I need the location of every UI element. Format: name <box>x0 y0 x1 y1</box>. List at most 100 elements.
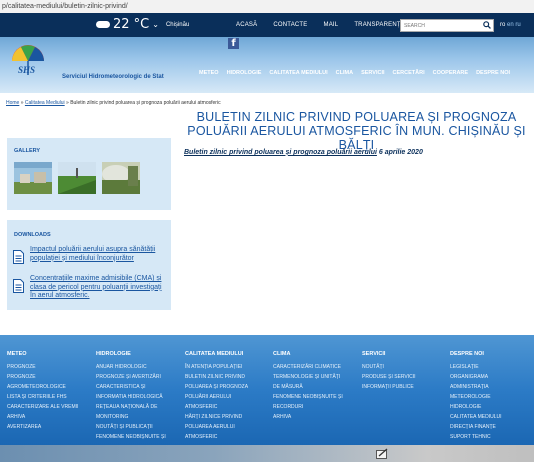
footer-link[interactable]: PRODUSE ȘI SERVICII <box>362 372 416 382</box>
footer-link[interactable]: FENOMENE NEOBIȘNUITE ȘI <box>273 392 343 402</box>
footer-col-calitatea: CALITATEA MEDIULUI ÎN ATENȚIA POPULAȚIEI… <box>185 351 248 442</box>
footer-heading[interactable]: SERVICII <box>362 351 416 357</box>
search-input[interactable] <box>401 20 479 31</box>
footer-heading[interactable]: DESPRE NOI <box>450 351 502 357</box>
bulletin-link-text[interactable]: Buletin zilnic privind poluarea și progn… <box>184 149 377 156</box>
footer-link[interactable]: CARACTERIZĂRI CLIMATICE <box>273 362 343 372</box>
footer-link[interactable]: LISTA ȘI CRITERIILE FHS <box>7 392 78 402</box>
bulletin-link[interactable]: Buletin zilnic privind poluarea și progn… <box>184 149 423 156</box>
footer-link[interactable]: CARACTERISTICA ȘI <box>96 382 166 392</box>
footer-col-hidrologie: HIDROLOGIE ANUAR HIDROLOGIC PROGNOZE ȘI … <box>96 351 166 442</box>
footer-link[interactable]: MONITORING <box>96 412 166 422</box>
city-select[interactable]: Chișinău <box>166 22 189 28</box>
footer-link[interactable]: POLUAREA AERULUI <box>185 422 248 432</box>
footer-col-despre-noi: DESPRE NOI LEGISLAȚIE ORGANIGRAMA ADMINI… <box>450 351 502 442</box>
document-icon <box>13 279 24 293</box>
footer-link[interactable]: INFORMAȚII PUBLICE <box>362 382 416 392</box>
breadcrumb-section[interactable]: Calitatea Mediului <box>25 100 65 106</box>
gallery-heading: GALLERY <box>14 148 41 154</box>
cloud-icon <box>96 21 110 28</box>
gallery-panel: GALLERY <box>7 138 171 210</box>
footer-link[interactable]: ANUAR HIDROLOGIC <box>96 362 166 372</box>
temperature: 22 °C <box>113 17 150 32</box>
taskbar <box>0 445 534 462</box>
gallery-thumb-smoke[interactable] <box>102 162 140 194</box>
downloads-heading: DOWNLOADS <box>14 232 51 238</box>
topnav-transparency[interactable]: TRANSPARENȚA <box>354 22 405 28</box>
footer-link[interactable]: TERMENOLOGIE ȘI UNITĂȚI <box>273 372 343 382</box>
topnav-contacts[interactable]: CONTACTE <box>273 22 307 28</box>
topnav-mail[interactable]: MAIL <box>324 22 339 28</box>
nav-cercetari[interactable]: CERCETĂRI <box>393 70 425 76</box>
footer-link[interactable]: ADMINISTRAȚIA <box>450 382 502 392</box>
footer-link[interactable]: FENOMENE NEOBIȘNUITE ȘI <box>96 432 166 442</box>
breadcrumb-home[interactable]: Home <box>6 100 19 106</box>
footer-heading[interactable]: METEO <box>7 351 78 357</box>
footer-link[interactable]: REȚEAUA NAȚIONALĂ DE <box>96 402 166 412</box>
document-icon <box>13 250 24 264</box>
main-nav: METEO HIDROLOGIE CALITATEA MEDIULUI CLIM… <box>199 70 510 76</box>
footer-heading[interactable]: CALITATEA MEDIULUI <box>185 351 248 357</box>
nav-clima[interactable]: CLIMA <box>336 70 353 76</box>
footer-link[interactable]: ATMOSFERIC <box>185 432 248 442</box>
footer-link[interactable]: NOUTĂȚI <box>362 362 416 372</box>
footer-link[interactable]: CARACTERIZARE ALE VREMII <box>7 402 78 412</box>
footer-link[interactable]: AVERTIZAREA <box>7 422 78 432</box>
footer-link[interactable]: POLUAREA ȘI PROGNOZA <box>185 382 248 392</box>
pen-icon[interactable] <box>376 448 388 459</box>
breadcrumb: Home » Calitatea Mediului » Buletin ziln… <box>6 100 221 106</box>
footer-heading[interactable]: CLIMA <box>273 351 343 357</box>
lang-ro[interactable]: ro <box>500 22 505 28</box>
top-nav: ACASĂ CONTACTE MAIL TRANSPARENȚA <box>236 22 405 28</box>
lang-others[interactable]: en ru <box>507 22 521 28</box>
footer-link[interactable]: RECORDURI <box>273 402 343 412</box>
footer-link[interactable]: ARHIVA <box>7 412 78 422</box>
footer-link[interactable]: SUPORT TEHNIC <box>450 432 502 442</box>
footer-heading[interactable]: HIDROLOGIE <box>96 351 166 357</box>
footer-link[interactable]: PROGNOZE ȘI AVERTIZĂRI <box>96 372 166 382</box>
gallery-thumb-field[interactable] <box>58 162 96 194</box>
footer-link[interactable]: AGROMETEOROLOGICE <box>7 382 78 392</box>
footer-link[interactable]: CALITATEA MEDIULUI <box>450 412 502 422</box>
footer-link[interactable]: NOUTĂȚI ȘI PUBLICAȚII <box>96 422 166 432</box>
breadcrumb-current: Buletin zilnic privind poluarea și progn… <box>70 100 221 106</box>
footer-link[interactable]: ATMOSFERIC <box>185 402 248 412</box>
footer-link[interactable]: HĂRȚI ZILNICE PRIVIND <box>185 412 248 422</box>
nav-hidrologie[interactable]: HIDROLOGIE <box>227 70 262 76</box>
address-bar[interactable]: p/calitatea-mediului/buletin-zilnic-priv… <box>0 0 534 13</box>
topnav-home[interactable]: ACASĂ <box>236 22 257 28</box>
download-item[interactable]: Concentrațiile maxime admisibile (CMA) ș… <box>13 275 169 305</box>
nav-despre-noi[interactable]: DESPRE NOI <box>476 70 510 76</box>
download-link[interactable]: Impactul poluării aerului asupra sănătăț… <box>30 246 168 263</box>
gallery-thumb-station[interactable] <box>14 162 52 194</box>
footer-link[interactable]: BULETIN ZILNIC PRIVIND <box>185 372 248 382</box>
footer-link[interactable]: HIDROLOGIE <box>450 402 502 412</box>
footer-link[interactable]: PROGNOZE <box>7 362 78 372</box>
footer-col-meteo: METEO PROGNOZE PROGNOZE AGROMETEOROLOGIC… <box>7 351 78 432</box>
footer-link[interactable]: METEOROLOGIE <box>450 392 502 402</box>
nav-calitatea-mediului[interactable]: CALITATEA MEDIULUI <box>269 70 327 76</box>
weather-widget[interactable]: 22 °C ⌄ Chișinău <box>96 17 189 32</box>
top-bar: 22 °C ⌄ Chișinău ACASĂ CONTACTE MAIL TRA… <box>0 13 534 37</box>
footer-link[interactable]: POLUĂRII AERULUI <box>185 392 248 402</box>
nav-cooperare[interactable]: COOPERARE <box>433 70 468 76</box>
logo-text[interactable]: Serviciul Hidrometeorologic de Stat <box>62 74 164 80</box>
download-item[interactable]: Impactul poluării aerului asupra sănătăț… <box>13 246 169 276</box>
facebook-icon[interactable]: f <box>228 38 239 49</box>
footer-link[interactable]: DIRECȚIA FINANȚE <box>450 422 502 432</box>
footer-link[interactable]: PROGNOZE <box>7 372 78 382</box>
search-icon[interactable] <box>483 21 491 29</box>
footer-link[interactable]: ÎN ATENȚIA POPULAȚIEI <box>185 362 248 372</box>
footer-link[interactable]: LEGISLAȚIE <box>450 362 502 372</box>
footer-link[interactable]: DE MĂSURĂ <box>273 382 343 392</box>
footer-link[interactable]: ORGANIGRAMA <box>450 372 502 382</box>
site-header: f SHS Serviciul Hidrometeorologic de Sta… <box>0 37 534 93</box>
download-link[interactable]: Concentrațiile maxime admisibile (CMA) ș… <box>30 275 168 301</box>
footer-link[interactable]: INFORMATIA HIDROLOGICĂ <box>96 392 166 402</box>
nav-meteo[interactable]: METEO <box>199 70 219 76</box>
nav-servicii[interactable]: SERVICII <box>361 70 384 76</box>
site-logo[interactable]: SHS <box>8 41 48 81</box>
site-footer: METEO PROGNOZE PROGNOZE AGROMETEOROLOGIC… <box>0 335 534 445</box>
footer-link[interactable]: ARHIVA <box>273 412 343 422</box>
chevron-down-icon[interactable]: ⌄ <box>152 20 159 29</box>
